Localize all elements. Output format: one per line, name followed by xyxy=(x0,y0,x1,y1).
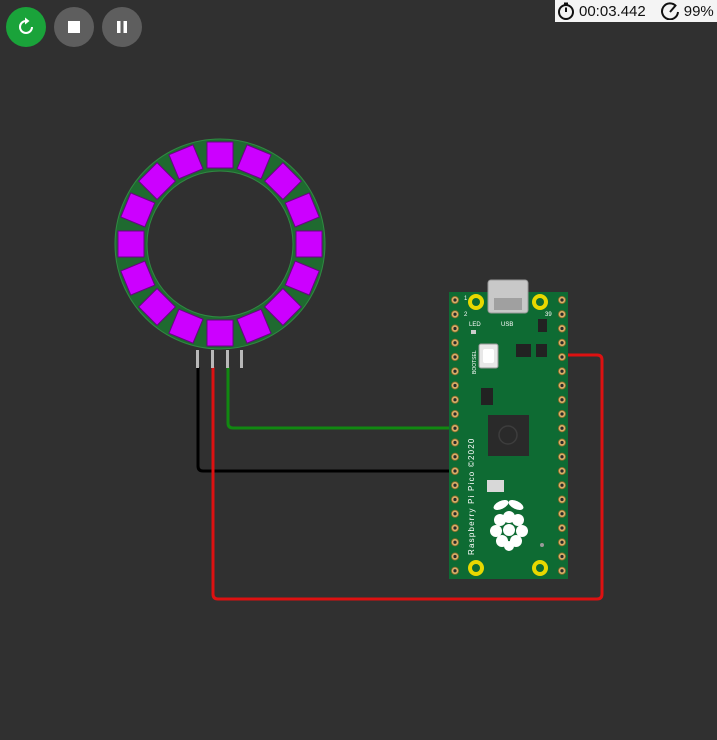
pico-pin-hole xyxy=(560,483,564,487)
led-label: LED xyxy=(469,322,481,328)
pico-pin-hole xyxy=(453,540,457,544)
board-name-label: Raspberry Pi Pico ©2020 xyxy=(467,437,476,555)
bootsel-label: BOOTSEL xyxy=(472,350,478,374)
pico-pin-hole xyxy=(453,554,457,559)
pico-pin-hole xyxy=(453,469,457,473)
pico-pin-hole xyxy=(560,426,564,430)
neopixel-led xyxy=(206,319,234,347)
pico-pin-hole xyxy=(560,469,564,473)
pico-pin-hole xyxy=(453,412,457,416)
pico-pin-hole xyxy=(453,497,457,502)
neopixel-ring[interactable] xyxy=(114,138,326,368)
pico-pin-hole xyxy=(453,526,457,530)
pico-pin-hole xyxy=(560,569,564,573)
usb-label: USB xyxy=(501,322,513,328)
pico-pin-hole xyxy=(453,326,457,331)
pico-pin-hole xyxy=(560,341,564,345)
pico-pin-hole xyxy=(560,398,564,402)
bootsel-button[interactable] xyxy=(478,343,499,369)
pico-pin-hole xyxy=(453,298,457,302)
wire-gnd[interactable] xyxy=(196,367,455,473)
pico-pin-hole xyxy=(453,341,457,345)
pico-pin-hole xyxy=(560,440,564,445)
pico-pin-hole xyxy=(453,455,457,459)
pico-pin-hole xyxy=(453,383,457,388)
neopixel-led xyxy=(117,230,145,258)
pico-pin-hole xyxy=(453,426,457,430)
pico-pin-hole xyxy=(453,355,457,359)
pico-pin-hole xyxy=(560,326,564,331)
pico-pin-hole xyxy=(560,355,564,359)
neopixel-led xyxy=(206,141,234,169)
raspberry-pi-pico[interactable]: 1 2 39 LED USB BOOTSEL Raspberry Pi Pico… xyxy=(449,279,568,579)
pico-pin-hole xyxy=(453,369,457,373)
pico-pin-hole xyxy=(560,369,564,373)
circuit-canvas: 1 2 39 LED USB BOOTSEL Raspberry Pi Pico… xyxy=(114,138,604,601)
pico-pin-hole xyxy=(560,312,564,316)
pico-pin-hole xyxy=(453,312,457,316)
pico-pin-hole xyxy=(453,440,457,445)
pico-pin-hole xyxy=(560,383,564,388)
pico-pin-hole xyxy=(453,512,457,516)
pico-pin-hole xyxy=(560,298,564,302)
pico-pin-hole xyxy=(560,526,564,530)
neopixel-led xyxy=(295,230,323,258)
wire-data[interactable] xyxy=(226,367,455,430)
pico-pin-hole xyxy=(560,455,564,459)
usb-connector xyxy=(487,279,529,314)
pico-pin-hole xyxy=(453,398,457,402)
pico-pin-hole xyxy=(560,512,564,516)
pico-pin-hole xyxy=(560,554,564,559)
pico-pin-hole xyxy=(560,497,564,502)
pin-39-label: 39 xyxy=(545,312,552,318)
ring-header-pins xyxy=(196,350,243,368)
pico-pin-hole xyxy=(560,540,564,544)
pico-pin-hole xyxy=(453,483,457,487)
pico-pin-hole xyxy=(453,569,457,573)
pico-pin-hole xyxy=(560,412,564,416)
